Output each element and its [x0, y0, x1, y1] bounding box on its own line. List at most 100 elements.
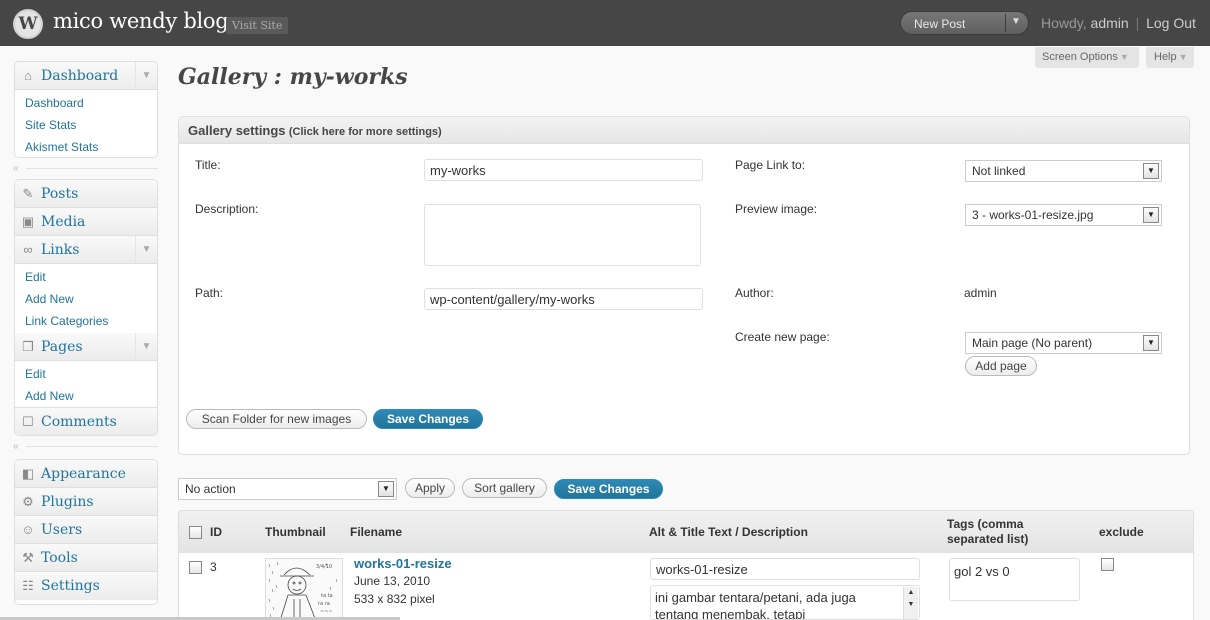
preview-image-label: Preview image:: [735, 202, 818, 216]
screen-options-tab[interactable]: Screen Options ▼: [1035, 47, 1139, 68]
user-link[interactable]: admin: [1091, 15, 1129, 31]
image-id: 3: [210, 560, 217, 574]
submenu-dashboard[interactable]: Dashboard: [15, 92, 157, 114]
chevron-down-icon[interactable]: ▼: [135, 236, 157, 263]
create-page-select[interactable]: Main page (No parent) ▼: [965, 332, 1162, 354]
separator-line: [26, 446, 158, 447]
chevron-down-icon[interactable]: ▼: [135, 333, 157, 360]
pin-icon: ✎: [22, 186, 34, 201]
textarea-scrollbar[interactable]: ▲ ▼: [903, 587, 918, 619]
menu-appearance[interactable]: ◧ Appearance: [15, 460, 157, 488]
preview-image-value: 3 - works-01-resize.jpg: [972, 208, 1094, 222]
create-page-value: Main page (No parent): [972, 336, 1093, 350]
row-checkbox[interactable]: [189, 561, 202, 574]
apply-button[interactable]: Apply: [405, 478, 455, 498]
visit-site-button[interactable]: Visit Site: [226, 17, 289, 34]
select-all-checkbox[interactable]: [189, 526, 202, 539]
column-tags-line2: separated list): [947, 532, 1029, 546]
scroll-down-icon[interactable]: ▼: [904, 599, 918, 611]
page-link-select[interactable]: Not linked ▼: [965, 160, 1162, 182]
chevron-down-icon[interactable]: ▼: [1143, 163, 1159, 179]
dashboard-menu: ⌂ Dashboard ▼ Dashboard Site Stats Akism…: [14, 61, 158, 158]
menu-label: Links: [41, 242, 80, 258]
howdy-text: Howdy,: [1041, 15, 1087, 31]
column-tags-line1: Tags (comma: [947, 517, 1024, 531]
wordpress-logo-icon[interactable]: W: [13, 9, 43, 39]
menu-dashboard[interactable]: ⌂ Dashboard ▼: [15, 62, 157, 90]
scan-folder-button[interactable]: Scan Folder for new images: [186, 409, 367, 429]
menu-settings[interactable]: ☷ Settings: [15, 572, 157, 600]
submenu-site-stats[interactable]: Site Stats: [15, 114, 157, 136]
submenu-links-edit[interactable]: Edit: [15, 266, 157, 288]
description-textarea[interactable]: ini gambar tentara/petani, ada juga tent…: [650, 585, 920, 620]
menu-pages[interactable]: ❐ Pages ▼: [15, 333, 157, 361]
thumbnail-image[interactable]: 3/4/10 ta ta ra ra ~~~: [265, 558, 343, 620]
preview-image-select[interactable]: 3 - works-01-resize.jpg ▼: [965, 204, 1162, 226]
chevron-down-icon[interactable]: ▼: [378, 481, 394, 497]
table-row: 3 3/4/10 ta ta ra ra ~~~ works-01-resize…: [178, 553, 1194, 620]
tags-textarea[interactable]: gol 2 vs 0: [949, 558, 1080, 601]
menu-users[interactable]: ☺ Users: [15, 516, 157, 544]
menu-links[interactable]: ∞ Links ▼: [15, 236, 157, 264]
submenu-pages-add-new[interactable]: Add New: [15, 385, 157, 407]
alt-title-field[interactable]: [650, 558, 920, 580]
gallery-settings-panel: Gallery settings (Click here for more se…: [178, 116, 1190, 455]
column-id[interactable]: ID: [210, 525, 222, 539]
separator-line: [26, 168, 158, 169]
save-changes-button[interactable]: Save Changes: [373, 409, 483, 429]
content-menu: ✎ Posts ▣ Media ∞ Links ▼ Edit Add New L…: [14, 179, 158, 436]
scroll-up-icon[interactable]: ▲: [904, 587, 918, 599]
exclude-checkbox[interactable]: [1101, 558, 1114, 571]
submenu-link-categories[interactable]: Link Categories: [15, 310, 157, 332]
menu-label: Tools: [41, 550, 78, 566]
user-greeting: Howdy, admin | Log Out: [1041, 15, 1196, 31]
description-field[interactable]: [424, 204, 701, 266]
svg-text:ta ta: ta ta: [321, 593, 333, 599]
new-post-favorite-actions[interactable]: New Post ▼: [900, 11, 1029, 35]
chevron-down-icon[interactable]: ▼: [1143, 207, 1159, 223]
menu-media[interactable]: ▣ Media: [15, 208, 157, 236]
bulk-action-select[interactable]: No action ▼: [178, 478, 397, 500]
gallery-settings-header[interactable]: Gallery settings (Click here for more se…: [179, 117, 1189, 144]
add-page-button[interactable]: Add page: [965, 356, 1037, 376]
more-settings-link[interactable]: (Click here for more settings): [289, 126, 442, 138]
chevron-down-icon[interactable]: ▼: [1143, 335, 1159, 351]
sketch-drawing-icon: 3/4/10 ta ta ra ra ~~~: [266, 559, 342, 619]
logout-link[interactable]: Log Out: [1146, 15, 1196, 31]
collapse-separator-icon[interactable]: «: [13, 441, 19, 452]
column-filename[interactable]: Filename: [350, 525, 402, 539]
filename-link[interactable]: works-01-resize: [354, 556, 452, 571]
new-post-button[interactable]: New Post: [914, 17, 965, 31]
submenu-links-add-new[interactable]: Add New: [15, 288, 157, 310]
link-icon: ∞: [23, 242, 33, 257]
path-field[interactable]: [424, 288, 703, 310]
menu-comments[interactable]: ☐ Comments: [15, 407, 157, 435]
menu-label: Plugins: [41, 494, 94, 510]
menu-tools[interactable]: ⚒ Tools: [15, 544, 157, 572]
divider: |: [1135, 15, 1140, 31]
menu-label: Comments: [41, 414, 117, 430]
help-tab[interactable]: Help ▼: [1146, 47, 1194, 68]
title-field[interactable]: [424, 159, 703, 181]
sort-gallery-button[interactable]: Sort gallery: [462, 478, 547, 498]
chevron-down-icon[interactable]: ▼: [1011, 16, 1021, 27]
admin-header: W mico wendy blog Visit Site New Post ▼ …: [0, 0, 1210, 46]
users-icon: ☺: [21, 522, 35, 537]
menu-label: Media: [41, 214, 86, 230]
chevron-down-icon: ▼: [1178, 52, 1188, 62]
author-value: admin: [964, 286, 997, 300]
collapse-separator-icon[interactable]: «: [13, 163, 19, 174]
gallery-settings-title: Gallery settings: [188, 123, 286, 138]
menu-label: Posts: [41, 186, 79, 202]
title-label: Title:: [195, 158, 221, 172]
chevron-down-icon[interactable]: ▼: [135, 62, 157, 89]
save-changes-button[interactable]: Save Changes: [554, 479, 663, 499]
menu-plugins[interactable]: ⚙ Plugins: [15, 488, 157, 516]
menu-posts[interactable]: ✎ Posts: [15, 180, 157, 208]
comment-icon: ☐: [22, 414, 34, 429]
page-link-value: Not linked: [972, 164, 1026, 178]
submenu-akismet-stats[interactable]: Akismet Stats: [15, 136, 157, 157]
column-alt-description: Alt & Title Text / Description: [649, 525, 808, 539]
submenu-pages-edit[interactable]: Edit: [15, 363, 157, 385]
image-dimensions: 533 x 832 pixel: [354, 592, 435, 606]
